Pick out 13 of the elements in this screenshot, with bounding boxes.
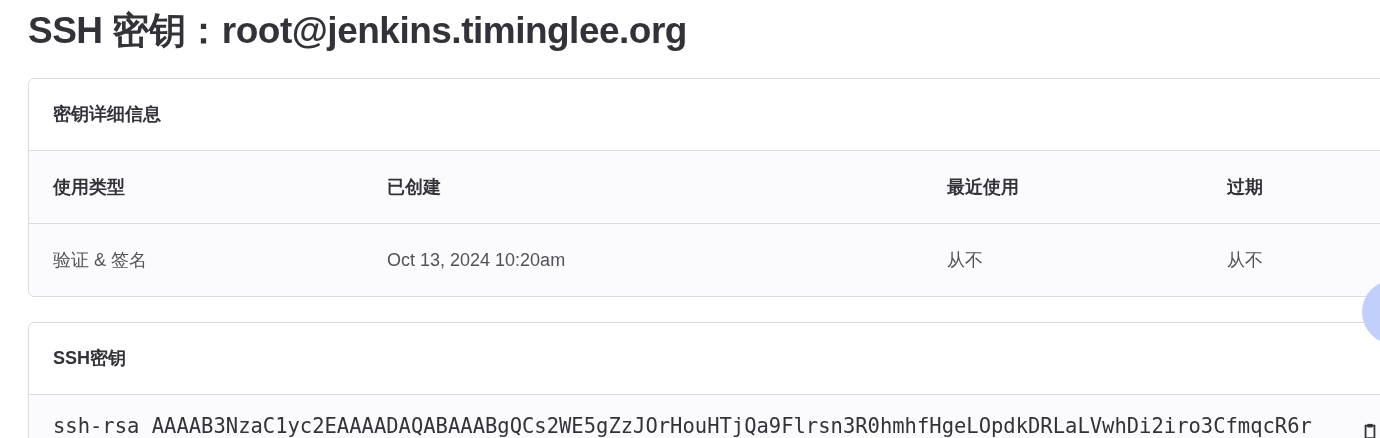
table-cell: 从不 [1227,249,1263,270]
table-cell: Oct 13, 2024 10:20am [387,249,566,270]
ssh-key-text: ssh-rsa AAAAB3NzaC1yc2EAAAADAQABAAABgQCs2WE5gZzJOrHouHTjQa9Flrsn3R0hmhfHgeLOpdkDRLaLVwhDi2iro3CfmqcR6r [53,414,1312,438]
clipboard-icon[interactable] [1362,423,1378,438]
column-header: 过期 [1227,176,1263,197]
table-cell: 从不 [947,249,983,270]
page-title: SSH 密钥：root@jenkins.timinglee.org [28,9,688,53]
table-cell: 验证 & 签名 [53,249,147,270]
column-header: 最近使用 [947,176,1019,197]
column-header: 使用类型 [53,176,125,197]
column-header: 已创建 [387,176,441,197]
card-heading: SSH密钥 [53,347,126,370]
card-heading: 密钥详细信息 [53,103,161,126]
